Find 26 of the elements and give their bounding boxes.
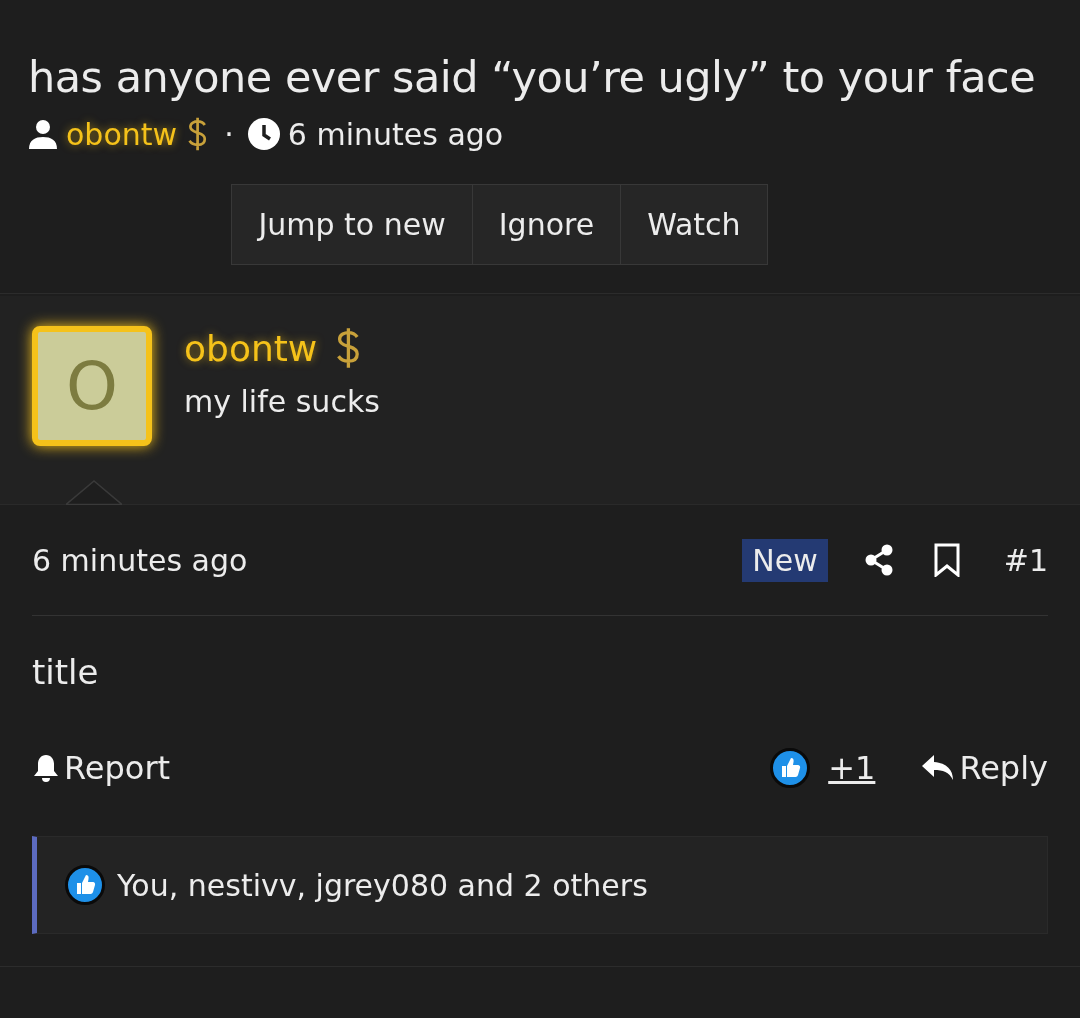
- thread-time: 6 minutes ago: [287, 116, 504, 152]
- thread-title: has anyone ever said “you’re ugly” to your face: [28, 51, 1037, 104]
- bell-icon: [32, 753, 60, 783]
- reaction-count-link[interactable]: +1: [828, 749, 876, 787]
- bookmark-icon[interactable]: [933, 543, 960, 577]
- thread-button[interactable]: Jump to new: [231, 184, 473, 265]
- thread-button[interactable]: Watch: [620, 184, 768, 265]
- thread-button[interactable]: Ignore: [471, 184, 622, 265]
- reactions-text: You, nestivv, jgrey080 and 2 others: [117, 867, 648, 903]
- reply-link[interactable]: Reply: [921, 749, 1048, 787]
- author-link[interactable]: obontw: [66, 116, 178, 152]
- separator-dot: ·: [224, 116, 234, 152]
- username[interactable]: obontw: [184, 327, 318, 369]
- post-body: title: [32, 651, 100, 694]
- user-title: my life sucks: [184, 384, 380, 419]
- thumbs-up-icon: [770, 748, 811, 788]
- post-time: 6 minutes ago: [32, 542, 248, 578]
- report-link[interactable]: Report: [32, 749, 171, 787]
- share-icon[interactable]: [863, 544, 894, 576]
- avatar: O: [32, 326, 152, 446]
- new-badge: New: [742, 538, 828, 582]
- thumbs-up-icon: [65, 865, 105, 905]
- reactions-bar[interactable]: You, nestivv, jgrey080 and 2 others: [32, 836, 1048, 934]
- post-number[interactable]: #1: [1003, 542, 1048, 578]
- user-icon: [28, 119, 58, 149]
- clock-icon: [247, 118, 280, 150]
